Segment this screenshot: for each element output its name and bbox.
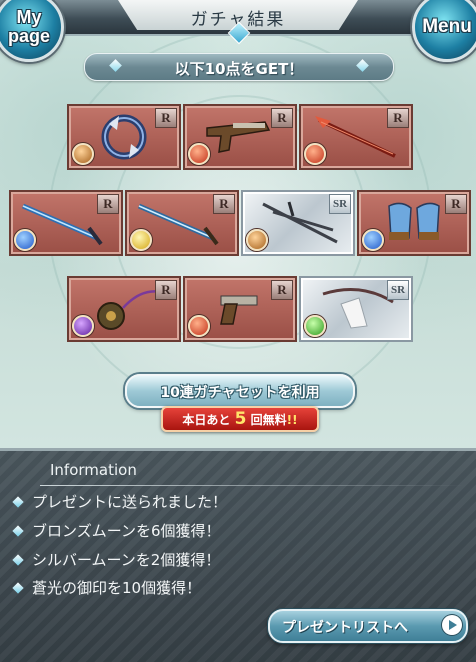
result-banner-text: 以下10点をGET！	[174, 60, 304, 78]
info-list-item: ブロンズムーンを6個獲得！	[10, 520, 221, 542]
info-list-item: 蒼光の御印を10個獲得！	[10, 577, 201, 599]
element-fire-icon	[188, 143, 210, 165]
element-dark-icon	[72, 315, 94, 337]
arrow-right-icon	[442, 615, 462, 635]
info-list-item: シルバームーンを2個獲得！	[10, 549, 220, 571]
free-badge-mark: !!	[286, 413, 298, 427]
item-crimson-spear[interactable]: R	[299, 104, 413, 170]
free-draws-badge: 本日あと 5 回無料!!	[161, 406, 319, 432]
rarity-badge: R	[97, 194, 119, 214]
element-earth-icon	[72, 143, 94, 165]
free-badge-count: 5	[234, 409, 247, 429]
info-line-text: プレゼントに送られました！	[32, 493, 228, 511]
gem-icon	[12, 554, 24, 566]
item-flintlock-pistol[interactable]: R	[183, 104, 297, 170]
rarity-badge: R	[155, 108, 177, 128]
rarity-badge: SR	[329, 194, 351, 214]
element-earth-icon	[246, 229, 268, 251]
item-twin-swords[interactable]: SR	[241, 190, 355, 256]
gem-icon	[12, 525, 24, 537]
ten-draw-set-button[interactable]: 10連ガチャセットを利用	[125, 374, 355, 408]
info-list-item: プレゼントに送られました！	[10, 491, 227, 513]
item-ring-blade[interactable]: R	[67, 104, 181, 170]
rarity-badge: R	[155, 280, 177, 300]
item-azure-sword-2[interactable]: R	[125, 190, 239, 256]
rarity-badge: R	[271, 108, 293, 128]
present-list-button[interactable]: プレゼントリストへ	[268, 609, 468, 643]
item-derringer[interactable]: R	[183, 276, 297, 342]
element-fire-icon	[304, 143, 326, 165]
gem-icon	[12, 496, 24, 508]
menu-label: Menu	[422, 16, 472, 37]
ten-draw-set-label: 10連ガチャセットを利用	[160, 385, 320, 401]
info-line-text: 蒼光の御印を10個獲得！	[32, 579, 202, 597]
mypage-label-line1: My	[16, 7, 42, 27]
present-list-label: プレゼントリストへ	[282, 620, 408, 636]
element-fire-icon	[188, 315, 210, 337]
rarity-badge: R	[213, 194, 235, 214]
mypage-label-line2: page	[7, 26, 50, 46]
gem-icon	[12, 582, 24, 594]
item-flail[interactable]: R	[67, 276, 181, 342]
info-line-text: シルバームーンを2個獲得！	[32, 551, 221, 569]
information-title: Information	[50, 461, 137, 479]
rarity-badge: R	[271, 280, 293, 300]
element-light-icon	[130, 229, 152, 251]
information-panel: Information プレゼントに送られました！ ブロンズムーンを6個獲得！ …	[0, 448, 476, 662]
element-water-icon	[362, 229, 384, 251]
divider	[40, 485, 466, 486]
header-bar: ガチャ結果	[0, 0, 476, 45]
rarity-badge: SR	[387, 280, 409, 300]
element-water-icon	[14, 229, 36, 251]
rarity-badge: R	[387, 108, 409, 128]
free-badge-prefix: 本日あと	[182, 413, 231, 427]
rarity-badge: R	[445, 194, 467, 214]
result-banner: 以下10点をGET！	[84, 53, 394, 81]
free-badge-suffix: 回無料	[250, 413, 287, 427]
item-azure-sword[interactable]: R	[9, 190, 123, 256]
item-white-bow[interactable]: SR	[299, 276, 413, 342]
element-wind-icon	[304, 315, 326, 337]
item-gauntlets[interactable]: R	[357, 190, 471, 256]
info-line-text: ブロンズムーンを6個獲得！	[32, 522, 221, 540]
